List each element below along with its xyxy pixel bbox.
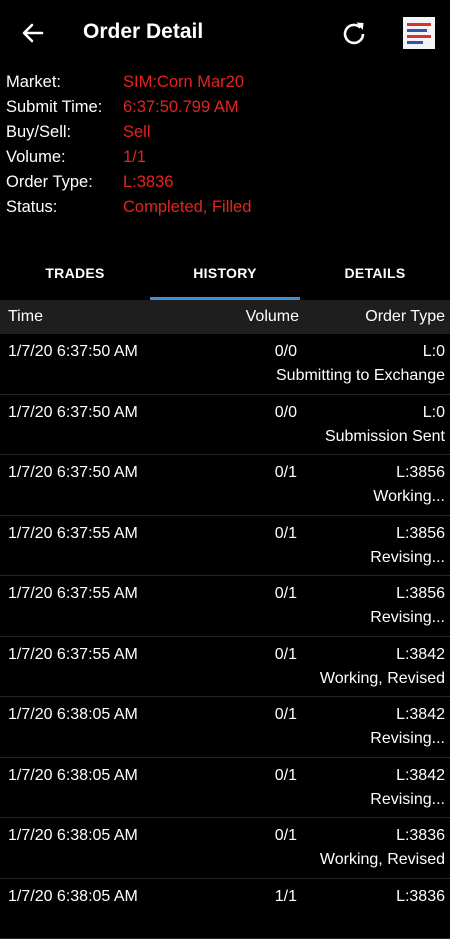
info-label: Buy/Sell: xyxy=(6,123,123,142)
row-status: Submitting to Exchange xyxy=(276,367,445,385)
row-order-type: L:3856 xyxy=(396,525,445,543)
row-time: 1/7/20 6:37:50 AM xyxy=(8,343,138,361)
table-row[interactable]: 1/7/20 6:38:05 AM 1/1 L:3836 xyxy=(0,879,450,939)
table-header: Time Volume Order Type xyxy=(0,300,450,334)
row-volume: 0/0 xyxy=(275,404,297,422)
info-row-buy-sell: Buy/Sell: Sell xyxy=(6,120,251,145)
info-row-submit-time: Submit Time: 6:37:50.799 AM xyxy=(6,95,251,120)
app-logo-icon[interactable] xyxy=(403,17,435,49)
info-label: Status: xyxy=(6,198,123,217)
row-order-type: L:3856 xyxy=(396,585,445,603)
row-order-type: L:3842 xyxy=(396,646,445,664)
row-time: 1/7/20 6:37:55 AM xyxy=(8,585,138,603)
column-header-order-type[interactable]: Order Type xyxy=(365,308,445,326)
row-volume: 0/1 xyxy=(275,827,297,845)
row-time: 1/7/20 6:38:05 AM xyxy=(8,706,138,724)
tab-bar: TRADES HISTORY DETAILS xyxy=(0,245,450,300)
row-volume: 0/1 xyxy=(275,767,297,785)
tab-trades[interactable]: TRADES xyxy=(0,245,150,300)
info-label: Order Type: xyxy=(6,173,123,192)
history-list[interactable]: 1/7/20 6:37:50 AM 0/0 L:0 Submitting to … xyxy=(0,334,450,939)
row-status: Working, Revised xyxy=(320,670,445,688)
table-row[interactable]: 1/7/20 6:37:55 AM 0/1 L:3856 Revising... xyxy=(0,576,450,637)
row-time: 1/7/20 6:38:05 AM xyxy=(8,888,138,906)
row-status: Revising... xyxy=(370,609,445,627)
row-order-type: L:3842 xyxy=(396,767,445,785)
row-time: 1/7/20 6:37:55 AM xyxy=(8,525,138,543)
column-header-volume[interactable]: Volume xyxy=(246,308,299,326)
info-value: Sell xyxy=(123,123,151,142)
table-row[interactable]: 1/7/20 6:38:05 AM 0/1 L:3842 Revising... xyxy=(0,758,450,819)
row-order-type: L:0 xyxy=(423,404,445,422)
table-row[interactable]: 1/7/20 6:37:55 AM 0/1 L:3856 Revising... xyxy=(0,516,450,577)
row-order-type: L:0 xyxy=(423,343,445,361)
row-volume: 0/0 xyxy=(275,343,297,361)
info-label: Market: xyxy=(6,73,123,92)
row-order-type: L:3842 xyxy=(396,706,445,724)
table-row[interactable]: 1/7/20 6:37:50 AM 0/0 L:0 Submitting to … xyxy=(0,334,450,395)
info-value: Completed, Filled xyxy=(123,198,251,217)
table-row[interactable]: 1/7/20 6:37:50 AM 0/1 L:3856 Working... xyxy=(0,455,450,516)
row-order-type: L:3856 xyxy=(396,464,445,482)
row-status: Revising... xyxy=(370,549,445,567)
info-row-market: Market: SIM:Corn Mar20 xyxy=(6,70,251,95)
tab-history[interactable]: HISTORY xyxy=(150,245,300,300)
page-title: Order Detail xyxy=(83,20,203,44)
row-volume: 0/1 xyxy=(275,706,297,724)
refresh-icon[interactable] xyxy=(338,18,370,50)
row-volume: 0/1 xyxy=(275,585,297,603)
row-status: Revising... xyxy=(370,730,445,748)
row-volume: 0/1 xyxy=(275,525,297,543)
back-arrow-icon[interactable] xyxy=(18,18,48,48)
info-label: Volume: xyxy=(6,148,123,167)
row-time: 1/7/20 6:37:50 AM xyxy=(8,464,138,482)
info-row-order-type: Order Type: L:3836 xyxy=(6,170,251,195)
column-header-time[interactable]: Time xyxy=(8,308,43,326)
info-value: L:3836 xyxy=(123,173,173,192)
row-status: Submission Sent xyxy=(325,428,445,446)
row-status: Working... xyxy=(373,488,445,506)
table-row[interactable]: 1/7/20 6:37:55 AM 0/1 L:3842 Working, Re… xyxy=(0,637,450,698)
row-volume: 0/1 xyxy=(275,464,297,482)
app-bar: Order Detail xyxy=(0,0,450,66)
row-order-type: L:3836 xyxy=(396,827,445,845)
row-time: 1/7/20 6:38:05 AM xyxy=(8,827,138,845)
info-value: SIM:Corn Mar20 xyxy=(123,73,244,92)
row-time: 1/7/20 6:38:05 AM xyxy=(8,767,138,785)
row-status: Revising... xyxy=(370,791,445,809)
row-volume: 0/1 xyxy=(275,646,297,664)
table-row[interactable]: 1/7/20 6:37:50 AM 0/0 L:0 Submission Sen… xyxy=(0,395,450,456)
info-label: Submit Time: xyxy=(6,98,123,117)
table-row[interactable]: 1/7/20 6:38:05 AM 0/1 L:3842 Revising... xyxy=(0,697,450,758)
info-value: 6:37:50.799 AM xyxy=(123,98,239,117)
info-row-volume: Volume: 1/1 xyxy=(6,145,251,170)
tab-details[interactable]: DETAILS xyxy=(300,245,450,300)
row-order-type: L:3836 xyxy=(396,888,445,906)
row-time: 1/7/20 6:37:50 AM xyxy=(8,404,138,422)
info-row-status: Status: Completed, Filled xyxy=(6,195,251,220)
row-status: Working, Revised xyxy=(320,851,445,869)
row-volume: 1/1 xyxy=(275,888,297,906)
order-info: Market: SIM:Corn Mar20 Submit Time: 6:37… xyxy=(6,70,251,220)
info-value: 1/1 xyxy=(123,148,146,167)
row-time: 1/7/20 6:37:55 AM xyxy=(8,646,138,664)
table-row[interactable]: 1/7/20 6:38:05 AM 0/1 L:3836 Working, Re… xyxy=(0,818,450,879)
